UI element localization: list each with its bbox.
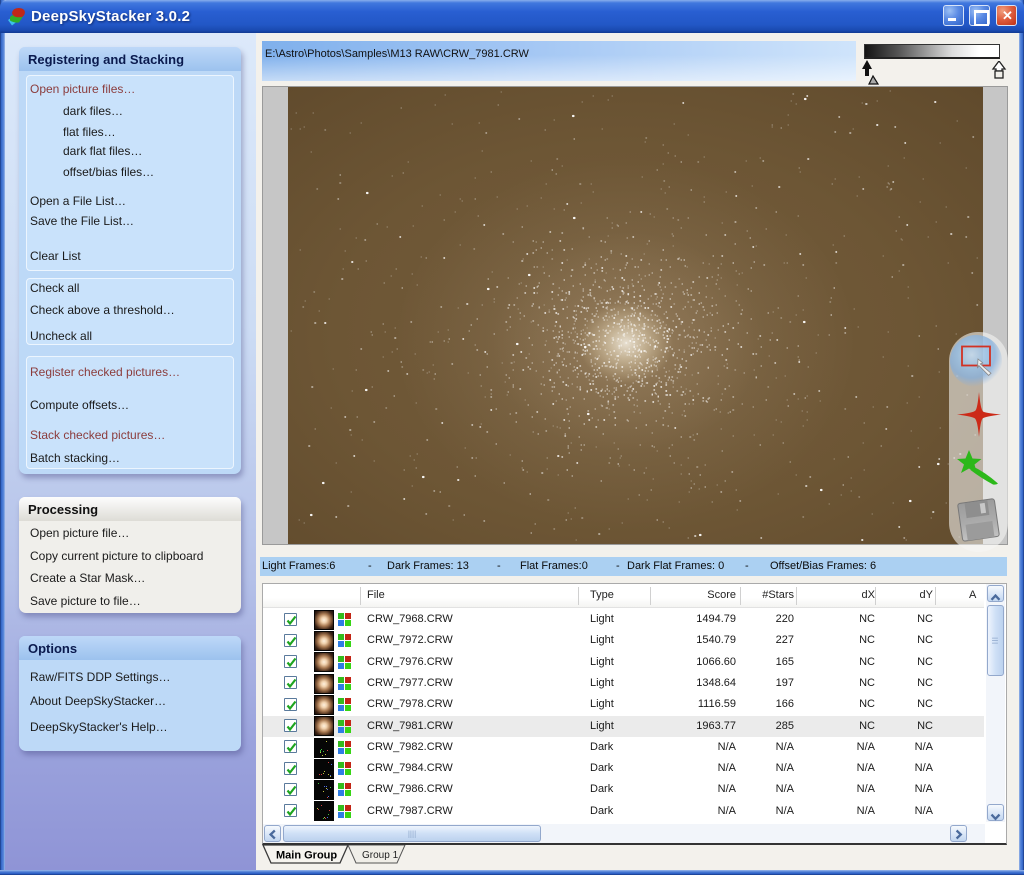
svg-text:Main Group: Main Group xyxy=(276,850,337,862)
svg-text:Group 1: Group 1 xyxy=(362,850,399,861)
